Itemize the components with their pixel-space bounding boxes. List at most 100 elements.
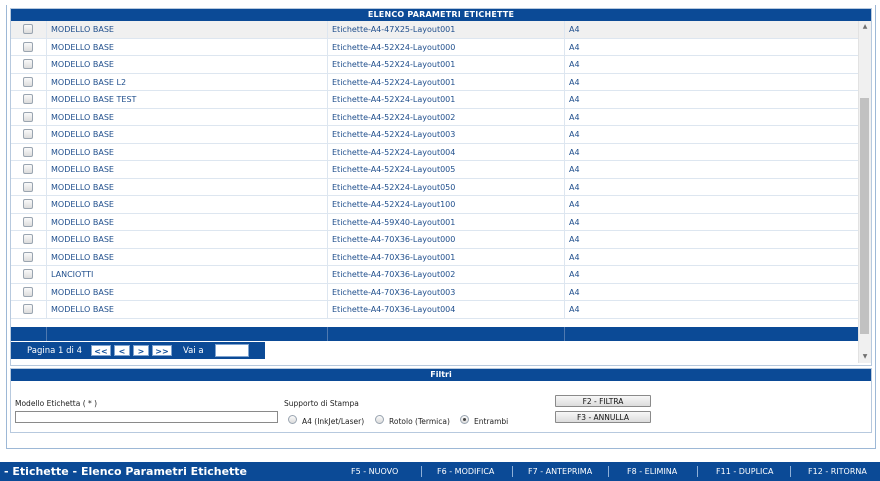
row-checkbox[interactable] — [23, 269, 33, 279]
model-cell[interactable]: MODELLO BASE — [47, 108, 328, 125]
layout-cell[interactable]: Etichette-A4-70X36-Layout000 — [328, 231, 565, 248]
table-row[interactable]: MODELLO BASE Etichette-A4-52X24-Layout100… — [11, 196, 858, 214]
support-cell[interactable]: A4 — [565, 301, 858, 318]
model-cell[interactable]: MODELLO BASE — [47, 196, 328, 213]
table-row[interactable]: MODELLO BASE Etichette-A4-52X24-Layout050… — [11, 178, 858, 196]
layout-cell[interactable]: Etichette-A4-52X24-Layout002 — [328, 108, 565, 125]
model-cell[interactable]: MODELLO BASE TEST — [47, 91, 328, 108]
layout-cell[interactable]: Etichette-A4-52X24-Layout050 — [328, 178, 565, 195]
layout-cell[interactable]: Etichette-A4-52X24-Layout100 — [328, 196, 565, 213]
table-row[interactable]: MODELLO BASE Etichette-A4-59X40-Layout001… — [11, 213, 858, 231]
model-cell[interactable]: MODELLO BASE — [47, 161, 328, 178]
first-page-button[interactable]: << — [91, 345, 111, 356]
layout-cell[interactable]: Etichette-A4-52X24-Layout001 — [328, 56, 565, 73]
layout-cell[interactable]: Etichette-A4-70X36-Layout002 — [328, 266, 565, 283]
row-checkbox[interactable] — [23, 216, 33, 227]
layout-cell[interactable]: Etichette-A4-52X24-Layout003 — [328, 126, 565, 143]
row-checkbox[interactable] — [23, 129, 33, 139]
layout-cell[interactable]: Etichette-A4-52X24-Layout004 — [328, 143, 565, 160]
support-cell[interactable]: A4 — [565, 214, 858, 231]
radio-a4[interactable] — [288, 415, 297, 424]
support-cell[interactable]: A4 — [565, 91, 858, 108]
table-row[interactable]: MODELLO BASE Etichette-A4-52X24-Layout004… — [11, 143, 858, 161]
table-row[interactable]: MODELLO BASE Etichette-A4-70X36-Layout001… — [11, 248, 858, 266]
table-row[interactable]: MODELLO BASE TEST Etichette-A4-52X24-Layo… — [11, 91, 858, 109]
scroll-up-arrow-icon[interactable]: ▲ — [859, 22, 871, 32]
model-cell[interactable]: MODELLO BASE — [47, 283, 328, 300]
row-checkbox[interactable] — [23, 111, 33, 122]
row-checkbox[interactable] — [23, 286, 33, 297]
model-cell[interactable]: MODELLO BASE — [47, 38, 328, 55]
table-row[interactable]: MODELLO BASE Etichette-A4-70X36-Layout004… — [11, 301, 858, 319]
model-cell[interactable]: MODELLO BASE — [47, 126, 328, 143]
row-checkbox[interactable] — [23, 251, 33, 262]
model-filter-input[interactable] — [15, 411, 278, 423]
vertical-scrollbar[interactable]: ▲ ▼ — [858, 21, 871, 363]
layout-cell[interactable]: Etichette-A4-70X36-Layout004 — [328, 301, 565, 318]
row-checkbox[interactable] — [23, 146, 33, 157]
model-cell[interactable]: MODELLO BASE — [47, 231, 328, 248]
layout-cell[interactable]: Etichette-A4-70X36-Layout003 — [328, 283, 565, 300]
preview-button[interactable]: F7 - ANTEPRIMA — [528, 462, 592, 481]
support-cell[interactable]: A4 — [565, 249, 858, 266]
support-cell[interactable]: A4 — [565, 126, 858, 143]
model-cell[interactable]: MODELLO BASE — [47, 301, 328, 318]
row-checkbox[interactable] — [23, 76, 33, 87]
model-cell[interactable]: MODELLO BASE — [47, 56, 328, 73]
table-row[interactable]: MODELLO BASE Etichette-A4-52X24-Layout001… — [11, 56, 858, 74]
table-row[interactable]: MODELLO BASE Etichette-A4-47X25-Layout001… — [11, 21, 858, 39]
table-row[interactable]: MODELLO BASE Etichette-A4-52X24-Layout002… — [11, 108, 858, 126]
row-checkbox[interactable] — [23, 41, 33, 52]
support-cell[interactable]: A4 — [565, 56, 858, 73]
row-checkbox[interactable] — [23, 181, 33, 192]
support-cell[interactable]: A4 — [565, 21, 858, 38]
support-cell[interactable]: A4 — [565, 161, 858, 178]
layout-cell[interactable]: Etichette-A4-47X25-Layout001 — [328, 21, 565, 38]
table-row[interactable]: LANCIOTTI Etichette-A4-70X36-Layout002 A4 — [11, 266, 858, 284]
row-checkbox[interactable] — [23, 199, 33, 209]
new-button[interactable]: F5 - NUOVO — [351, 462, 398, 481]
prev-page-button[interactable]: < — [114, 345, 130, 356]
model-cell[interactable]: MODELLO BASE — [47, 248, 328, 265]
layout-cell[interactable]: Etichette-A4-52X24-Layout001 — [328, 91, 565, 108]
back-button[interactable]: F12 - RITORNA — [808, 462, 867, 481]
model-cell[interactable]: MODELLO BASE — [47, 178, 328, 195]
radio-entrambi[interactable] — [460, 415, 469, 424]
last-page-button[interactable]: >> — [152, 345, 172, 356]
layout-cell[interactable]: Etichette-A4-52X24-Layout005 — [328, 161, 565, 178]
row-checkbox[interactable] — [23, 304, 33, 314]
layout-cell[interactable]: Etichette-A4-59X40-Layout001 — [328, 213, 565, 230]
row-checkbox[interactable] — [23, 94, 33, 104]
layout-cell[interactable]: Etichette-A4-52X24-Layout000 — [328, 38, 565, 55]
cancel-button[interactable]: F3 - ANNULLA — [555, 411, 651, 423]
support-cell[interactable]: A4 — [565, 196, 858, 213]
model-cell[interactable]: MODELLO BASE L2 — [47, 73, 328, 90]
support-cell[interactable]: A4 — [565, 231, 858, 248]
table-row[interactable]: MODELLO BASE Etichette-A4-70X36-Layout000… — [11, 231, 858, 249]
support-cell[interactable]: A4 — [565, 266, 858, 283]
row-checkbox[interactable] — [23, 234, 33, 244]
edit-button[interactable]: F6 - MODIFICA — [437, 462, 494, 481]
support-cell[interactable]: A4 — [565, 74, 858, 91]
model-cell[interactable]: MODELLO BASE — [47, 213, 328, 230]
goto-page-input[interactable] — [215, 344, 249, 357]
table-row[interactable]: MODELLO BASE Etichette-A4-52X24-Layout005… — [11, 161, 858, 179]
table-row[interactable]: MODELLO BASE Etichette-A4-52X24-Layout000… — [11, 38, 858, 56]
delete-button[interactable]: F8 - ELIMINA — [627, 462, 677, 481]
model-cell[interactable]: LANCIOTTI — [47, 266, 328, 283]
scroll-down-arrow-icon[interactable]: ▼ — [859, 352, 871, 362]
scroll-thumb[interactable] — [860, 98, 869, 334]
duplicate-button[interactable]: F11 - DUPLICA — [716, 462, 773, 481]
support-cell[interactable]: A4 — [565, 179, 858, 196]
table-row[interactable]: MODELLO BASE Etichette-A4-52X24-Layout003… — [11, 126, 858, 144]
table-row[interactable]: MODELLO BASE L2 Etichette-A4-52X24-Layout… — [11, 73, 858, 91]
layout-cell[interactable]: Etichette-A4-70X36-Layout001 — [328, 248, 565, 265]
table-row[interactable]: MODELLO BASE Etichette-A4-70X36-Layout003… — [11, 283, 858, 301]
layout-cell[interactable]: Etichette-A4-52X24-Layout001 — [328, 73, 565, 90]
next-page-button[interactable]: > — [133, 345, 149, 356]
support-cell[interactable]: A4 — [565, 284, 858, 301]
row-checkbox[interactable] — [23, 164, 33, 174]
support-cell[interactable]: A4 — [565, 109, 858, 126]
row-checkbox[interactable] — [23, 59, 33, 69]
radio-rotolo[interactable] — [375, 415, 384, 424]
